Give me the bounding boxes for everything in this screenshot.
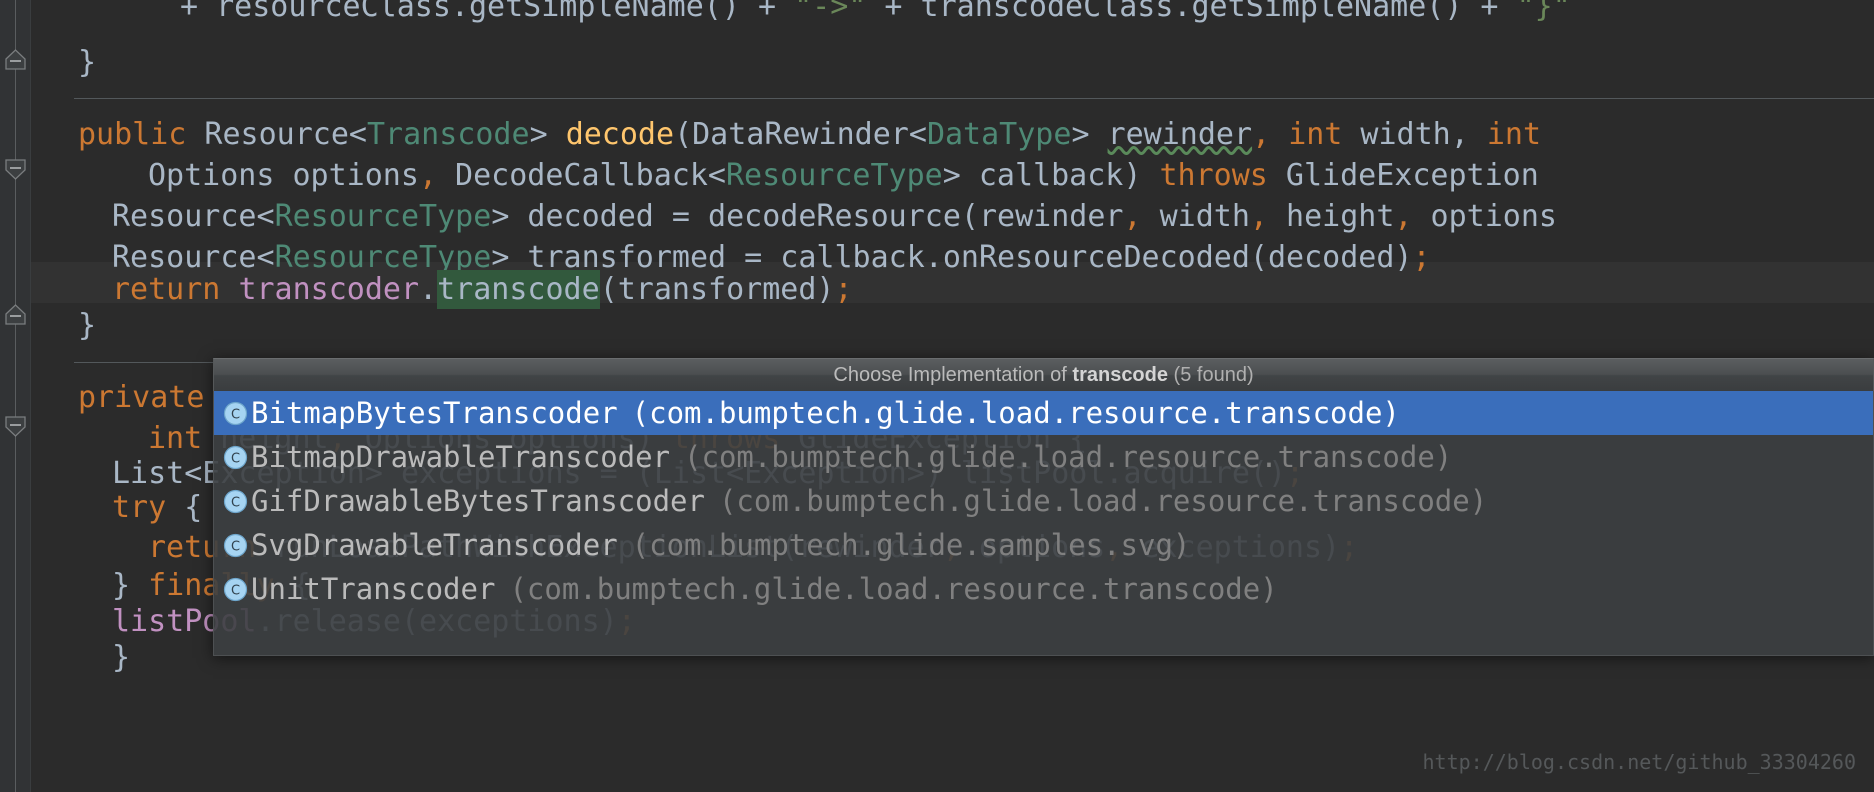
list-item[interactable]: C GifDrawableBytesTranscoder (com.bumpte… — [214, 479, 1873, 523]
popup-title-member: transcode — [1072, 363, 1168, 386]
implementation-list[interactable]: C BitmapBytesTranscoder (com.bumptech.gl… — [213, 391, 1874, 656]
editor-gutter[interactable] — [0, 0, 31, 792]
svg-text:C: C — [231, 539, 240, 554]
code-line: + resourceClass.getSimpleName() + "->" +… — [180, 0, 1571, 24]
list-item-package: (com.bumptech.glide.samples.svg) — [631, 528, 1191, 562]
code-line: try { — [112, 490, 203, 525]
class-icon: C — [223, 401, 248, 426]
popup-header: Choose Implementation of transcode (5 fo… — [213, 358, 1874, 391]
list-item-class-name: SvgDrawableTranscoder — [251, 528, 618, 562]
popup-title: Choose Implementation of transcode (5 fo… — [833, 364, 1253, 387]
list-item[interactable]: C BitmapBytesTranscoder (com.bumptech.gl… — [214, 391, 1873, 435]
fold-marker-collapse-icon[interactable] — [4, 48, 27, 71]
list-item-package: (com.bumptech.glide.load.resource.transc… — [684, 440, 1453, 474]
svg-text:C: C — [231, 495, 240, 510]
code-line: } — [78, 45, 97, 80]
code-line: } — [112, 640, 131, 675]
fold-marker-collapse-icon[interactable] — [4, 303, 27, 326]
list-item-class-name: BitmapDrawableTranscoder — [251, 440, 671, 474]
choose-implementation-popup[interactable]: Choose Implementation of transcode (5 fo… — [213, 358, 1874, 656]
list-item[interactable]: C BitmapDrawableTranscoder (com.bumptech… — [214, 435, 1873, 479]
popup-title-count: (5 found) — [1168, 363, 1254, 386]
class-icon: C — [223, 489, 248, 514]
list-item[interactable]: C SvgDrawableTranscoder (com.bumptech.gl… — [214, 523, 1873, 567]
gutter-vertical-rule — [15, 0, 16, 792]
svg-text:C: C — [231, 407, 240, 422]
code-line: return transcoder.transcode(transformed)… — [112, 270, 853, 309]
fold-marker-collapse-icon[interactable] — [4, 158, 27, 181]
class-icon: C — [223, 445, 248, 470]
code-line: Resource<ResourceType> decoded = decodeR… — [112, 199, 1557, 234]
fold-marker-collapse-icon[interactable] — [4, 415, 27, 438]
list-item-package: (com.bumptech.glide.load.resource.transc… — [509, 572, 1278, 606]
code-line: public Resource<Transcode> decode(DataRe… — [78, 117, 1542, 152]
code-line: } — [78, 308, 97, 343]
list-item[interactable]: C UnitTranscoder (com.bumptech.glide.loa… — [214, 567, 1873, 611]
list-item-class-name: GifDrawableBytesTranscoder — [251, 484, 705, 518]
class-icon: C — [223, 533, 248, 558]
list-item-class-name: BitmapBytesTranscoder — [251, 396, 618, 430]
svg-text:C: C — [231, 451, 240, 466]
ide-editor-window: + resourceClass.getSimpleName() + "->" +… — [0, 0, 1874, 792]
code-line: Options options, DecodeCallback<Resource… — [148, 158, 1539, 193]
list-item-class-name: UnitTranscoder — [251, 572, 496, 606]
method-separator — [74, 98, 1874, 99]
class-icon: C — [223, 577, 248, 602]
svg-text:C: C — [231, 583, 240, 598]
list-item-package: (com.bumptech.glide.load.resource.transc… — [718, 484, 1488, 518]
watermark: http://blog.csdn.net/github_33304260 — [1422, 750, 1856, 774]
popup-title-prefix: Choose Implementation of — [833, 363, 1073, 386]
list-item-package: (com.bumptech.glide.load.resource.transc… — [631, 396, 1400, 430]
